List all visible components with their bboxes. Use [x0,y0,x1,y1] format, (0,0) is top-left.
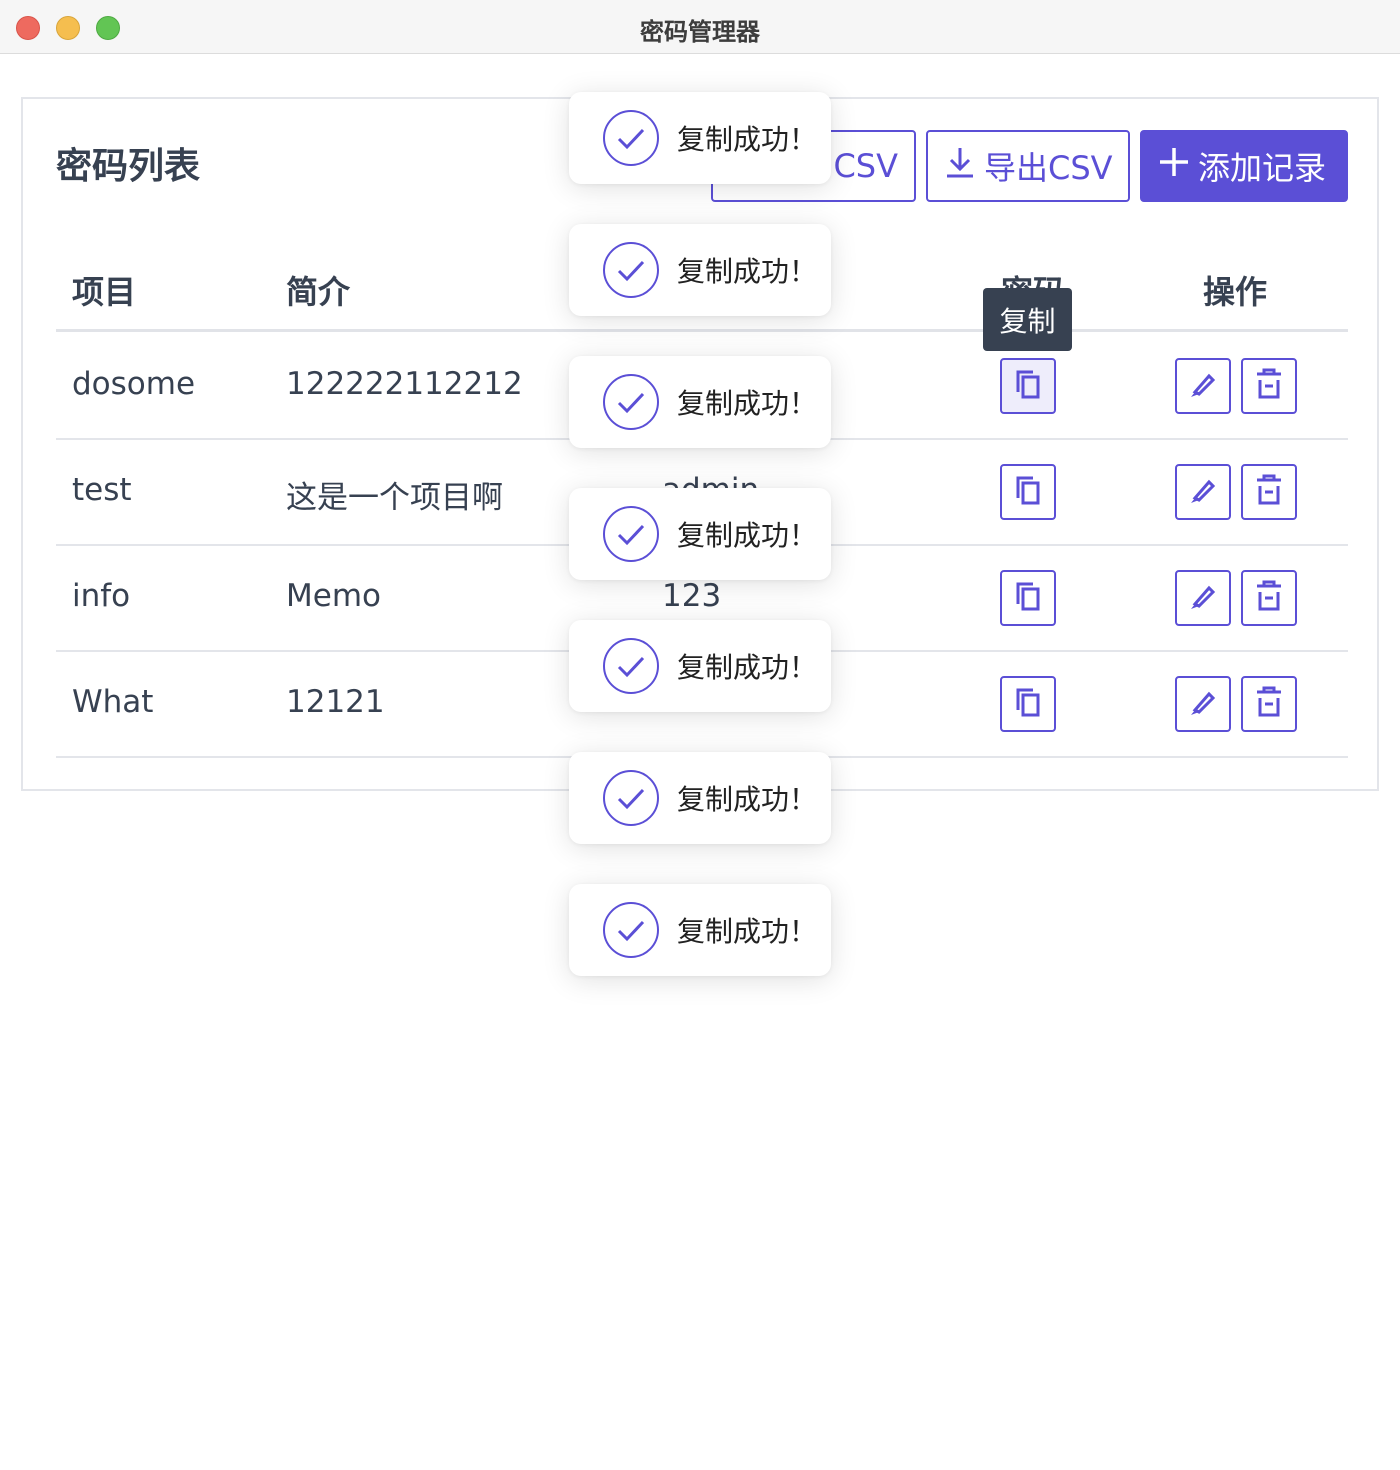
edit-button[interactable] [1175,570,1231,626]
check-circle-icon [602,109,660,167]
toast-notification: 复制成功！ [569,884,831,976]
check-circle-icon [602,241,660,299]
cell-description: 这是一个项目啊 [286,480,503,516]
download-icon [944,145,984,187]
copy-icon [1013,473,1043,511]
copy-password-button[interactable] [1000,570,1056,626]
copy-icon [1013,685,1043,723]
edit-button[interactable] [1175,358,1231,414]
cell-description: Memo [286,578,381,614]
toast-notification: 复制成功！ [569,92,831,184]
toast-notification: 复制成功！ [569,356,831,448]
toast-message: 复制成功！ [677,123,818,156]
trash-icon [1254,474,1284,510]
pencil-icon [1187,368,1219,404]
window-titlebar: 密码管理器 [0,0,1400,54]
trash-icon [1254,686,1284,722]
header-item: 项目 [72,273,137,311]
cell-description: 12121 [286,684,385,720]
cell-item: info [72,578,131,614]
add-record-button[interactable]: 添加记录 [1140,130,1348,202]
pencil-icon [1187,686,1219,722]
toast-message: 复制成功！ [677,651,818,684]
delete-button[interactable] [1241,464,1297,520]
edit-button[interactable] [1175,676,1231,732]
copy-password-button[interactable] [1000,358,1056,414]
toast-notification: 复制成功！ [569,488,831,580]
toast-message: 复制成功！ [677,519,818,552]
delete-button[interactable] [1241,358,1297,414]
cell-item: test [72,472,132,508]
toast-message: 复制成功！ [677,387,818,420]
check-circle-icon [602,505,660,563]
copy-password-button[interactable] [1000,464,1056,520]
delete-button[interactable] [1241,570,1297,626]
plus-icon [1158,146,1198,186]
cell-description: 122222112212 [286,366,523,402]
copy-tooltip: 复制 [983,288,1072,351]
check-circle-icon [602,637,660,695]
header-actions: 操作 [1203,273,1268,311]
export-csv-label: 导出CSV [984,149,1113,187]
header-description: 简介 [286,273,351,311]
window-title: 密码管理器 [640,18,760,46]
trash-icon [1254,580,1284,616]
trash-icon [1254,368,1284,404]
copy-icon [1013,579,1043,617]
toast-notification: 复制成功！ [569,752,831,844]
delete-button[interactable] [1241,676,1297,732]
pencil-icon [1187,474,1219,510]
cell-account: 123 [662,578,722,614]
check-circle-icon [602,769,660,827]
cell-item: What [72,684,154,720]
pencil-icon [1187,580,1219,616]
add-record-label: 添加记录 [1198,149,1327,187]
toast-notification: 复制成功！ [569,620,831,712]
toast-message: 复制成功！ [677,783,818,816]
import-csv-label: CSV [833,147,898,185]
copy-icon [1013,367,1043,405]
toast-message: 复制成功！ [677,915,818,948]
toast-message: 复制成功！ [677,255,818,288]
edit-button[interactable] [1175,464,1231,520]
copy-password-button[interactable] [1000,676,1056,732]
check-circle-icon [602,901,660,959]
page-title: 密码列表 [56,146,201,187]
cell-item: dosome [72,366,196,402]
check-circle-icon [602,373,660,431]
toast-notification: 复制成功！ [569,224,831,316]
export-csv-button[interactable]: 导出CSV [926,130,1130,202]
